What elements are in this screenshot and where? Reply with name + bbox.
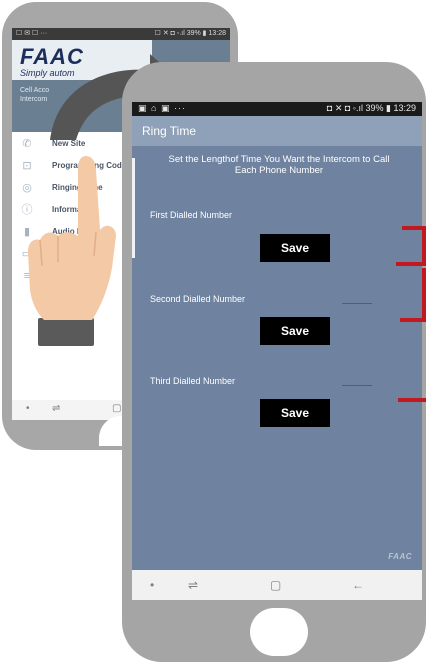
status-bar: ▣ ⌂ ▣ ··· ◘ ✕ ◘ ◦.ıl 39% ▮ 13:29: [132, 102, 422, 116]
back-status-bar: ☐ ✉ ☐ ··· ☐ ✕ ◘ ◦.ıl 39% ▮ 13:28: [12, 28, 230, 40]
phone-icon: ✆: [22, 138, 32, 150]
back-status-right: ☐ ✕ ◘ ◦.ıl 39% ▮ 13:28: [154, 30, 226, 37]
nav-dot[interactable]: •: [150, 578, 154, 592]
nav-bar: • ⇌ ▢ ←: [132, 570, 422, 600]
instructions-line-1: Set the Lengthof Time You Want the Inter…: [168, 154, 390, 165]
printer-icon: ▭: [21, 248, 33, 260]
faac-logo: FAAC: [20, 44, 84, 69]
annotation-bracket-bottom-1: [396, 262, 426, 266]
lock-icon: ⊡: [22, 160, 32, 172]
third-dialled-number-label: Third Dialled Number: [150, 376, 236, 386]
page-title: Ring Time: [142, 124, 197, 138]
first-dialled-number-input[interactable]: [346, 211, 376, 222]
first-dialled-number-label: First Dialled Number: [150, 210, 233, 220]
recents-icon[interactable]: ⇌: [188, 578, 198, 592]
scroll-indicator[interactable]: [132, 158, 135, 258]
info-icon: ⓘ: [21, 204, 33, 216]
front-phone-screen: ▣ ⌂ ▣ ··· ◘ ✕ ◘ ◦.ıl 39% ▮ 13:29 Ring Ti…: [132, 102, 422, 600]
status-right-icons: ◘ ✕ ◘ ◦.ıl 39% ▮ 13:29: [326, 103, 416, 113]
status-left-icons: ▣ ⌂ ▣ ···: [138, 103, 186, 113]
instructions-text: Set the Lengthof Time You Want the Inter…: [146, 154, 412, 176]
annotation-bracket-third: [398, 398, 426, 402]
third-dialled-number-input[interactable]: [342, 375, 372, 386]
account-line-2: Intercom: [20, 96, 48, 103]
menu-label: Informati: [52, 205, 87, 214]
account-line-1: Cell Acco: [20, 87, 50, 94]
nav-dot[interactable]: •: [26, 403, 30, 414]
front-phone: ▣ ⌂ ▣ ··· ◘ ✕ ◘ ◦.ıl 39% ▮ 13:29 Ring Ti…: [122, 62, 426, 662]
menu-label: New Site: [52, 139, 86, 148]
second-dialled-number-label: Second Dialled Number: [150, 294, 246, 304]
list-icon: ≡: [23, 270, 31, 282]
account-info: Cell Acco Intercom: [20, 86, 49, 104]
faac-watermark: FAAC: [388, 552, 412, 561]
menu-label: Programming Codes: [52, 161, 131, 170]
recents-icon[interactable]: ⇌: [52, 403, 60, 414]
back-status-left: ☐ ✉ ☐ ···: [16, 30, 48, 37]
home-nav-icon[interactable]: ▢: [112, 403, 121, 414]
menu-label: Ringing Time: [52, 183, 103, 192]
menu-label: Audio Le: [52, 227, 87, 236]
save-button-second[interactable]: Save: [260, 317, 330, 345]
instructions-line-2: Each Phone Number: [234, 165, 324, 176]
annotation-bracket-side-1: [422, 226, 426, 264]
annotation-bracket-side-2: [422, 268, 426, 320]
second-dialled-number-input[interactable]: [342, 293, 372, 304]
logo-tagline: Simply autom: [20, 68, 75, 78]
save-button-first[interactable]: Save: [260, 234, 330, 262]
back-arrow-icon[interactable]: ←: [352, 578, 364, 592]
home-nav-icon[interactable]: ▢: [270, 578, 281, 592]
home-button[interactable]: [250, 608, 308, 656]
app-bar: Ring Time: [132, 116, 422, 146]
logo-band: FAAC Simply autom: [12, 40, 152, 80]
annotation-bracket-bottom-2: [400, 318, 426, 322]
save-button-third[interactable]: Save: [260, 399, 330, 427]
ring-icon: ◎: [22, 182, 32, 194]
chart-icon: ▮: [23, 226, 31, 238]
